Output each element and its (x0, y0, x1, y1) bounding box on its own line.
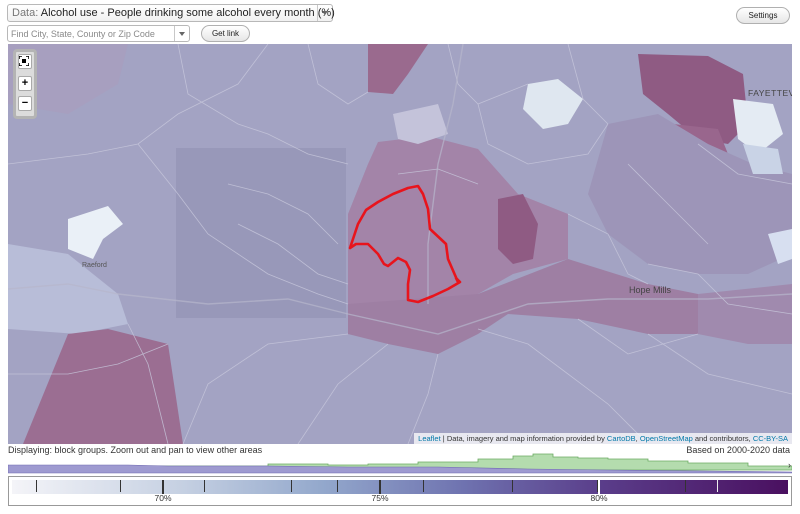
openstreetmap-link[interactable]: OpenStreetMap (640, 434, 693, 443)
legend-tick (120, 480, 121, 492)
legend-gradient (12, 480, 788, 494)
legend-label-80: 80% (590, 493, 608, 503)
leaflet-link[interactable]: Leaflet (418, 434, 441, 443)
legend-label-70: 70% (154, 493, 172, 503)
legend-tick (204, 480, 205, 492)
legend-tick (512, 480, 513, 492)
zoom-out-button[interactable]: − (18, 96, 32, 111)
color-legend: 70% 75% 80% (8, 476, 792, 506)
fullscreen-icon[interactable] (18, 54, 32, 69)
legend-tick (337, 480, 338, 492)
location-search[interactable] (7, 25, 190, 42)
legend-major-tick (379, 480, 381, 494)
map[interactable]: Raeford Hope Mills FAYETTEV + − Leaflet … (8, 44, 792, 444)
label-hope-mills: Hope Mills (629, 285, 672, 295)
label-fayetteville: FAYETTEV (748, 88, 792, 98)
legend-tick (717, 480, 718, 492)
legend-major-tick (598, 480, 600, 494)
data-select-prefix: Data: (12, 7, 39, 19)
attribution-text-2: and contributors, (692, 434, 753, 443)
region-overlay-square (176, 148, 346, 318)
histogram-arrow: › (788, 460, 791, 470)
chevron-down-icon[interactable] (317, 5, 332, 21)
toolbar: Data: Alcohol use - People drinking some… (0, 0, 800, 44)
label-raeford: Raeford (82, 262, 107, 269)
legend-major-tick (162, 480, 164, 494)
zoom-in-button[interactable]: + (18, 76, 32, 91)
data-select[interactable]: Data: Alcohol use - People drinking some… (7, 4, 335, 22)
distribution-histogram: › (8, 453, 792, 474)
legend-tick (685, 480, 686, 492)
license-link[interactable]: CC-BY-SA (753, 434, 788, 443)
data-select-text: Data: Alcohol use - People drinking some… (12, 7, 335, 19)
location-search-input[interactable] (11, 27, 171, 40)
legend-tick (291, 480, 292, 492)
map-canvas[interactable]: Raeford Hope Mills FAYETTEV (8, 44, 792, 444)
data-select-value: Alcohol use - People drinking some alcoh… (40, 7, 335, 19)
legend-label-75: 75% (371, 493, 389, 503)
get-link-button[interactable]: Get link (201, 25, 250, 42)
attribution-text: | Data, imagery and map information prov… (440, 434, 607, 443)
legend-tick (423, 480, 424, 492)
cartodb-link[interactable]: CartoDB (607, 434, 636, 443)
location-dropdown-icon[interactable] (174, 26, 189, 41)
region-southeast (698, 284, 792, 344)
legend-tick (36, 480, 37, 492)
map-attribution: Leaflet | Data, imagery and map informat… (414, 433, 792, 444)
zoom-control: + − (13, 49, 37, 119)
settings-button[interactable]: Settings (736, 7, 790, 24)
